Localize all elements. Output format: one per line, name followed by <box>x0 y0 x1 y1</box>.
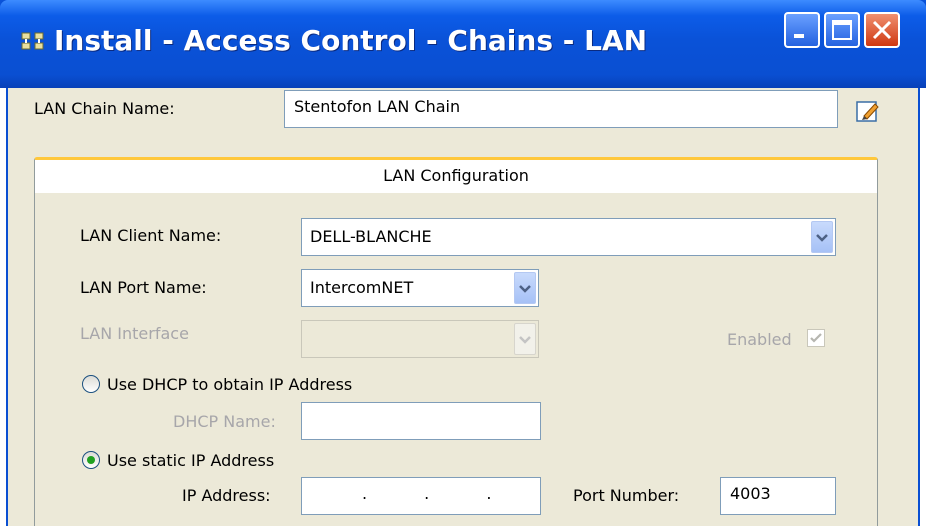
chevron-down-icon[interactable] <box>514 272 536 304</box>
title-bar[interactable]: Install - Access Control - Chains - LAN <box>0 0 926 88</box>
chain-name-field[interactable]: Stentofon LAN Chain <box>284 90 838 128</box>
enabled-checkbox <box>807 329 825 347</box>
ip-address-field[interactable]: . . . <box>301 477 541 515</box>
client-name-value: DELL-BLANCHE <box>310 227 432 246</box>
maximize-button[interactable] <box>824 12 860 48</box>
port-number-field[interactable]: 4003 <box>720 477 836 515</box>
port-name-dropdown[interactable]: IntercomNET <box>301 269 539 307</box>
port-number-label: Port Number: <box>573 486 680 505</box>
network-icon <box>21 32 44 50</box>
close-button[interactable] <box>864 12 900 48</box>
interface-label: LAN Interface <box>80 324 189 343</box>
chain-name-label: LAN Chain Name: <box>34 99 175 118</box>
port-name-label: LAN Port Name: <box>80 278 207 297</box>
close-icon <box>872 20 892 40</box>
ip-address-label: IP Address: <box>182 486 271 505</box>
panel-title: LAN Configuration <box>34 157 878 193</box>
minimize-icon <box>794 34 804 38</box>
chevron-down-icon <box>514 323 536 355</box>
enabled-label: Enabled <box>727 330 792 349</box>
client-name-dropdown[interactable]: DELL-BLANCHE <box>301 218 836 256</box>
interface-dropdown <box>301 320 539 358</box>
check-icon <box>810 333 822 343</box>
minimize-button[interactable] <box>784 12 820 48</box>
port-name-value: IntercomNET <box>310 278 414 297</box>
pencil-icon[interactable] <box>856 99 882 123</box>
maximize-icon <box>832 20 852 40</box>
dhcp-radio[interactable] <box>82 375 100 393</box>
window-title: Install - Access Control - Chains - LAN <box>54 24 648 57</box>
dhcp-name-label: DHCP Name: <box>173 412 276 431</box>
client-name-label: LAN Client Name: <box>80 226 222 245</box>
dhcp-name-field[interactable] <box>301 402 541 440</box>
static-ip-radio[interactable] <box>82 451 100 469</box>
chevron-down-icon[interactable] <box>811 221 833 253</box>
dhcp-radio-label[interactable]: Use DHCP to obtain IP Address <box>107 375 352 394</box>
static-ip-radio-label[interactable]: Use static IP Address <box>107 451 274 470</box>
install-lan-dialog: Install - Access Control - Chains - LAN … <box>0 0 926 526</box>
